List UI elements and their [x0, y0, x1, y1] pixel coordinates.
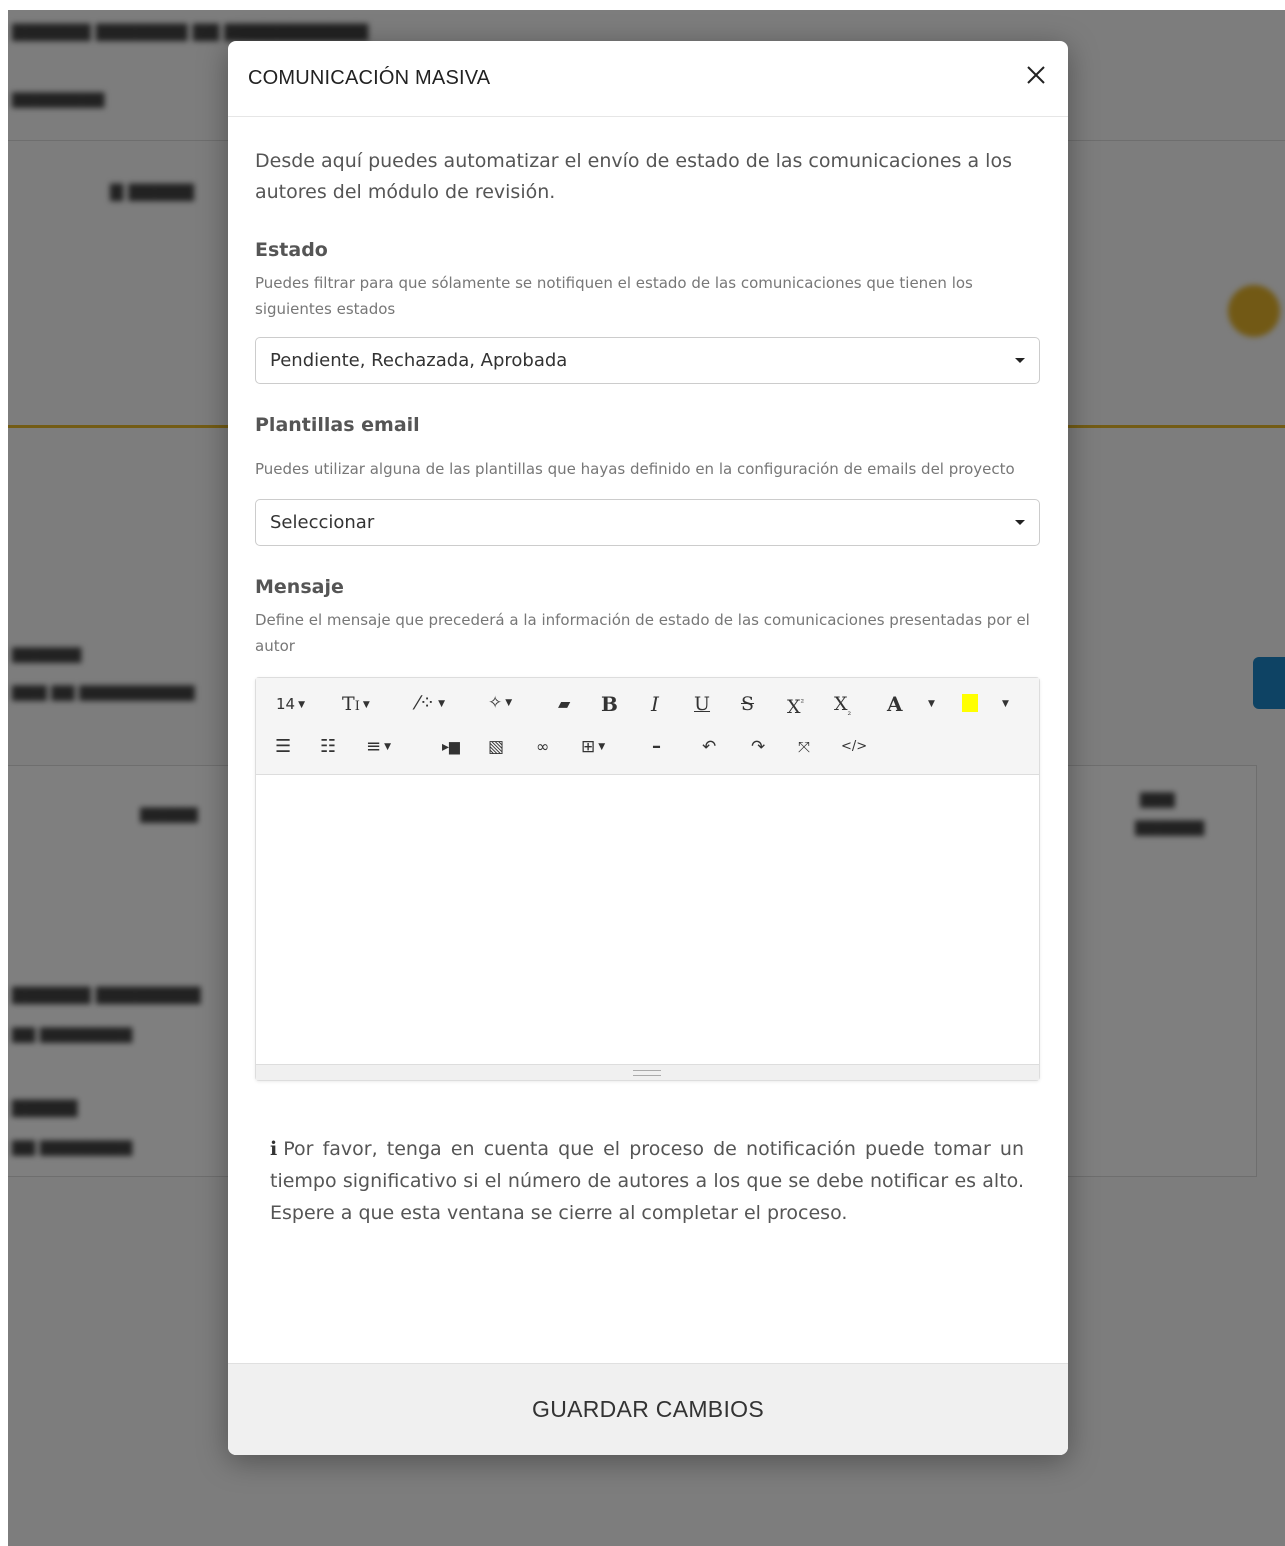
eraser-icon: ▰ [558, 694, 571, 713]
align-icon: ≡ [366, 736, 382, 757]
magic-wand-button[interactable]: ⁄⁘ ▼ [416, 693, 445, 714]
image-icon: ▧ [488, 737, 505, 757]
editor-toolbar: 14 ▼ TI ▼ ⁄⁘ ▼ ✧ ▼ ▰ B I U S X² X₂ A ▼ ▼ ☰ ☷… [256, 678, 1039, 775]
caret-down-icon: ▼ [384, 742, 392, 752]
subscript-icon: X₂ [834, 693, 852, 718]
estado-help: Puedes filtrar para que sólamente se not… [255, 274, 973, 318]
resize-grip-icon [633, 1070, 661, 1076]
strikethrough-icon: S [741, 693, 755, 715]
caret-down-icon: ▼ [438, 698, 446, 709]
intro-text: Desde aquí puedes automatizar el envío d… [255, 150, 1012, 203]
font-size-value: 14 [276, 695, 296, 713]
highlight-color-button[interactable] [962, 694, 978, 712]
bold-icon: B [601, 692, 618, 716]
plantillas-label: Plantillas email [255, 414, 420, 436]
underline-icon: U [694, 693, 711, 715]
horizontal-rule-button[interactable]: – [652, 737, 661, 757]
page-edge [0, 0, 8, 1546]
caret-down-icon [1015, 358, 1025, 363]
numbered-list-icon: ☷ [320, 736, 337, 757]
align-button[interactable]: ≡ ▼ [366, 737, 391, 757]
indent-button[interactable]: ▸▆ [442, 737, 460, 757]
highlight-color-dropdown[interactable]: ▼ [1002, 694, 1009, 714]
link-icon: ∞ [536, 737, 550, 756]
sparkle-icon: ✧ [488, 693, 503, 713]
close-icon [1027, 66, 1045, 84]
numbered-list-button[interactable]: ☷ [320, 737, 336, 757]
indent-icon: ▸▆ [442, 739, 460, 755]
undo-icon: ↶ [702, 737, 717, 757]
table-icon: ⊞ [581, 737, 596, 757]
sparkle-button[interactable]: ✧ ▼ [488, 693, 512, 713]
font-color-icon: A [887, 692, 903, 716]
editor-resize-bar[interactable] [256, 1064, 1039, 1080]
superscript-button[interactable]: X² [787, 694, 804, 717]
bullet-list-button[interactable]: ☰ [275, 737, 291, 757]
strikethrough-button[interactable]: S [741, 694, 754, 714]
message-editor-input[interactable] [256, 775, 1039, 1064]
message-editor: 14 ▼ TI ▼ ⁄⁘ ▼ ✧ ▼ ▰ B I U S X² X₂ A ▼ ▼ ☰ ☷… [255, 677, 1040, 1081]
horizontal-rule-icon: – [652, 736, 661, 757]
superscript-icon: X² [787, 696, 805, 719]
save-button[interactable]: GUARDAR CAMBIOS [228, 1363, 1068, 1455]
font-size-dropdown[interactable]: 14 ▼ [276, 694, 305, 715]
font-color-dropdown[interactable]: ▼ [928, 694, 935, 714]
save-button-label: GUARDAR CAMBIOS [532, 1396, 764, 1422]
caret-down-icon: ▼ [928, 699, 935, 709]
plantillas-select[interactable]: Seleccionar [255, 499, 1040, 546]
fullscreen-icon: ⤧ [798, 738, 811, 756]
modal-body: Desde aquí puedes automatizar el envío d… [228, 146, 1068, 1229]
fullscreen-button[interactable]: ⤧ [798, 737, 810, 757]
modal-title: COMUNICACIÓN MASIVA [248, 67, 491, 89]
mensaje-help: Define el mensaje que precederá a la inf… [255, 611, 1030, 655]
font-color-button[interactable]: A [887, 694, 903, 714]
page-edge [0, 0, 1285, 10]
notice-message: Por favor, tenga en cuenta que el proces… [270, 1138, 1024, 1224]
code-view-icon: </> [841, 739, 868, 754]
caret-down-icon: ▼ [505, 698, 513, 708]
text-style-button[interactable]: TI ▼ [342, 694, 370, 717]
notice-text: i Por favor, tenga en cuenta que el proce… [255, 1133, 1040, 1229]
info-icon: i [270, 1138, 278, 1160]
plantillas-select-value: Seleccionar [270, 512, 375, 533]
close-button[interactable] [1024, 63, 1048, 87]
link-button[interactable]: ∞ [536, 737, 549, 757]
estado-select[interactable]: Pendiente, Rechazada, Aprobada [255, 337, 1040, 384]
caret-down-icon: ▼ [298, 699, 306, 710]
text-style-icon: TI [342, 693, 360, 715]
italic-button[interactable]: I [651, 694, 659, 714]
caret-down-icon: ▼ [598, 742, 606, 752]
caret-down-icon [1015, 520, 1025, 525]
bold-button[interactable]: B [601, 694, 618, 714]
undo-button[interactable]: ↶ [702, 737, 716, 757]
italic-icon: I [651, 692, 659, 716]
mass-communication-modal: COMUNICACIÓN MASIVA Desde aquí puedes au… [228, 41, 1068, 1455]
redo-icon: ↷ [751, 737, 766, 757]
mensaje-label: Mensaje [255, 576, 344, 598]
redo-button[interactable]: ↷ [751, 737, 765, 757]
eraser-button[interactable]: ▰ [558, 694, 570, 714]
image-button[interactable]: ▧ [488, 737, 504, 757]
estado-label: Estado [255, 239, 328, 261]
caret-down-icon: ▼ [362, 700, 370, 710]
subscript-button[interactable]: X₂ [834, 694, 851, 723]
bullet-list-icon: ☰ [275, 736, 292, 757]
plantillas-help: Puedes utilizar alguna de las plantillas… [255, 460, 1015, 478]
magic-wand-icon: ⁄⁘ [416, 692, 436, 714]
caret-down-icon: ▼ [1002, 699, 1009, 709]
underline-button[interactable]: U [694, 694, 710, 714]
code-view-button[interactable]: </> [841, 737, 867, 757]
modal-header: COMUNICACIÓN MASIVA [228, 41, 1068, 117]
table-button[interactable]: ⊞ ▼ [581, 737, 605, 757]
estado-select-value: Pendiente, Rechazada, Aprobada [270, 350, 568, 371]
